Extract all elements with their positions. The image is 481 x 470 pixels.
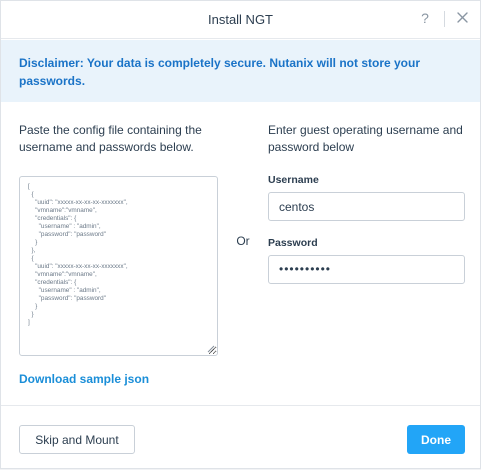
dialog-title: Install NGT [207,12,273,27]
username-input[interactable] [268,192,465,221]
config-placeholder-text: [ { "uuid": "xxxxx-xx-xx-xx-xxxxxxx", "v… [28,183,128,326]
close-icon[interactable] [456,11,469,24]
or-divider: Or [229,227,257,255]
download-sample-json-link[interactable]: Download sample json [19,372,149,386]
username-label: Username [268,174,319,186]
password-label: Password [268,237,318,249]
help-icon[interactable]: ? [419,10,431,26]
guest-instruction: Enter guest operating username and passw… [268,123,463,154]
header-divider [444,11,445,27]
disclaimer-banner: Disclaimer: Your data is completely secu… [1,40,480,102]
config-instruction: Paste the config file containing the use… [19,123,202,154]
skip-and-mount-button[interactable]: Skip and Mount [19,425,135,454]
resize-grip-icon[interactable] [207,345,215,353]
dialog-footer: Skip and Mount Done [1,405,480,470]
dialog-header: Install NGT ? [1,1,480,39]
password-input[interactable]: •••••••••• [268,255,465,284]
disclaimer-text: Disclaimer: Your data is completely secu… [19,56,421,88]
done-button[interactable]: Done [407,425,465,454]
config-textarea[interactable]: [ { "uuid": "xxxxx-xx-xx-xx-xxxxxxx", "v… [19,176,218,356]
install-ngt-dialog: Install NGT ? Disclaimer: Your data is c… [0,0,481,469]
